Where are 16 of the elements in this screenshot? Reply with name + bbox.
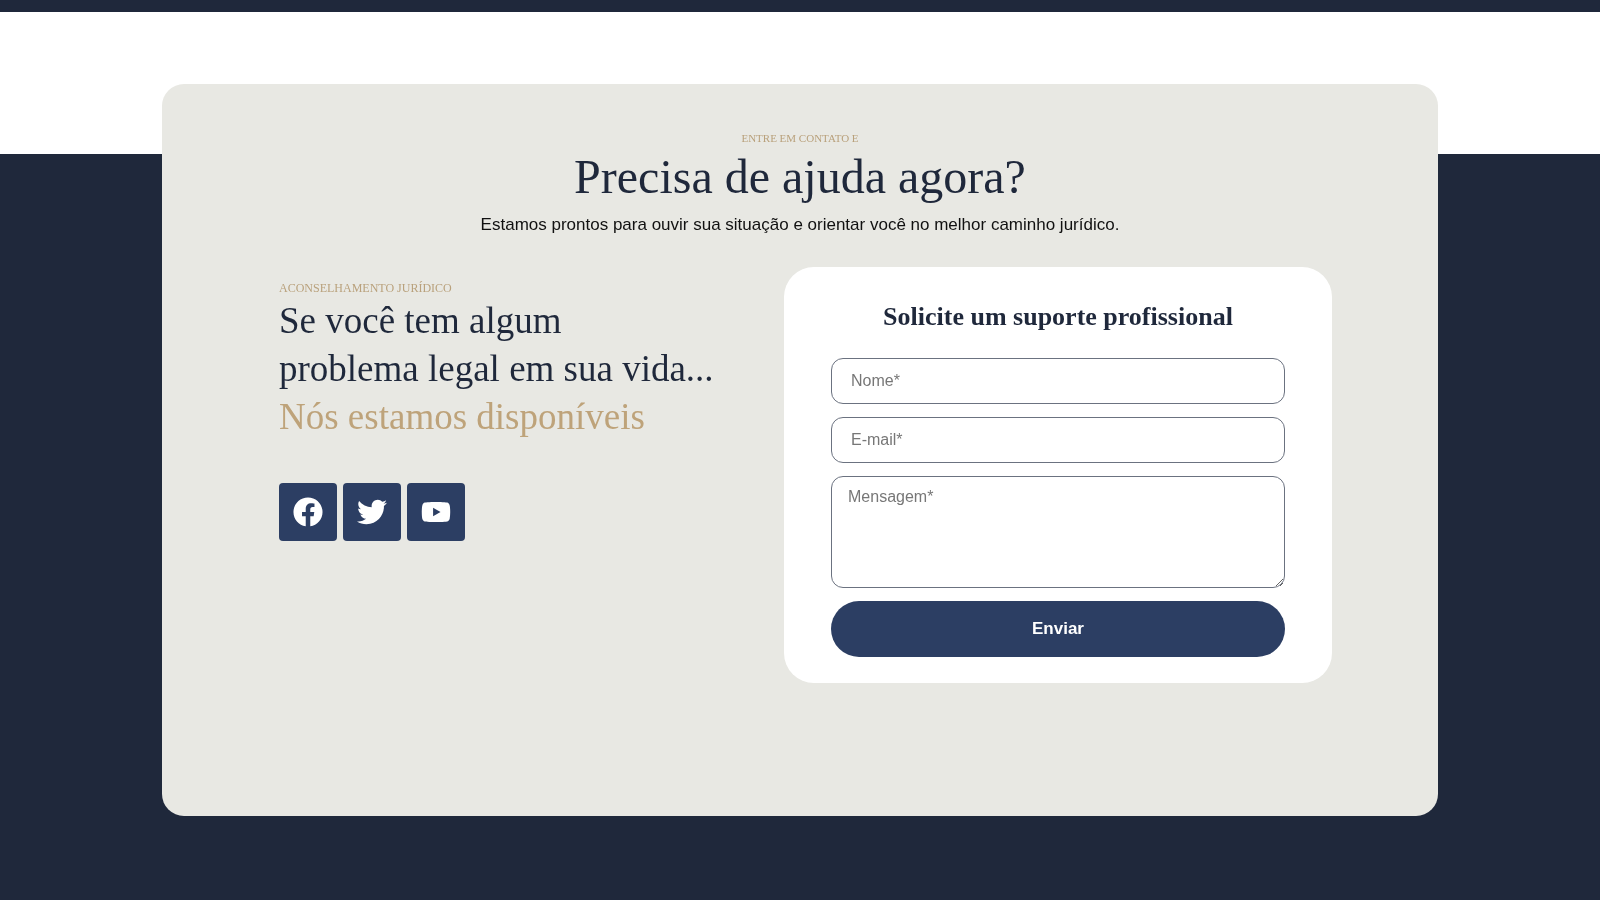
form-title: Solicite um suporte profissional xyxy=(883,300,1233,333)
social-button[interactable] xyxy=(279,482,337,541)
headline-text: problema legal em sua vida... xyxy=(279,346,714,391)
message-field[interactable]: Mensagem* xyxy=(831,475,1285,588)
eyebrow-text: ENTRE EM CONTATO E xyxy=(741,131,859,146)
submit-button[interactable]: Enviar xyxy=(831,600,1285,657)
facebook-icon xyxy=(293,496,323,527)
section-subtitle: Estamos prontos para ouvir sua situação e orientar você no melhor caminho jurídico. xyxy=(479,213,1121,236)
social-button[interactable] xyxy=(343,482,401,541)
highlight-text: Nós estamos disponíveis xyxy=(279,394,646,439)
social-button[interactable] xyxy=(407,482,465,541)
input-field[interactable]: E-mail* xyxy=(831,416,1285,463)
input-field[interactable]: Nome* xyxy=(831,357,1285,404)
headline-text: Se você tem algum xyxy=(279,298,563,343)
section-title: Precisa de ajuda agora? xyxy=(574,148,1026,205)
eyebrow-text: ACONSELHAMENTO JURÍDICO xyxy=(279,279,453,297)
